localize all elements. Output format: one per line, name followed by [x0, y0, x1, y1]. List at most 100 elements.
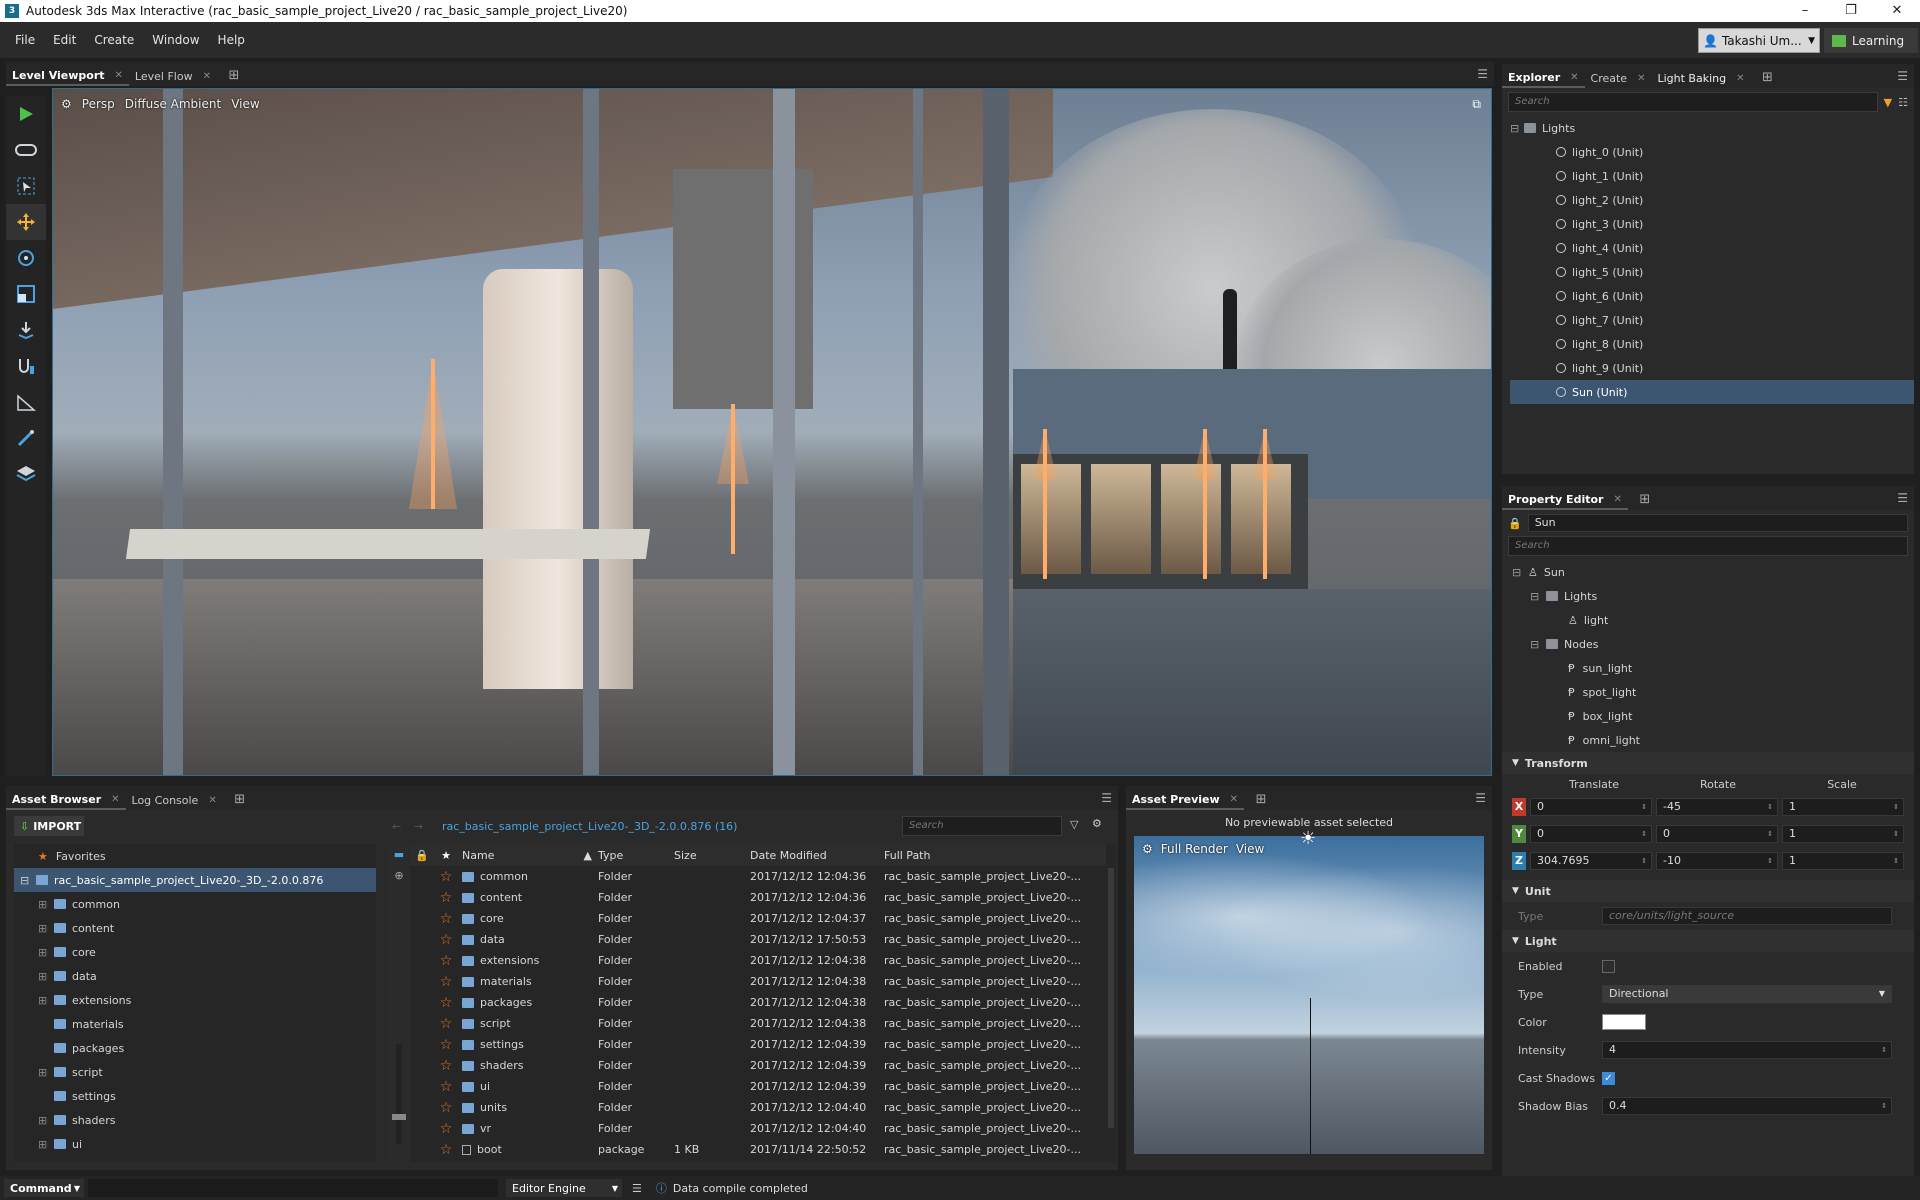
asset-row[interactable]: ☆ shaders Folder 2017/12/12 12:04:39 rac_bas…	[410, 1055, 1106, 1076]
cast-shadows-checkbox[interactable]: ✓	[1602, 1071, 1615, 1085]
explorer-item[interactable]: light_8 (Unit)	[1510, 332, 1914, 356]
star-icon[interactable]: ☆	[434, 911, 458, 927]
tab-light-baking[interactable]: Light Baking ✕	[1651, 68, 1750, 88]
select-icon[interactable]	[6, 168, 46, 204]
move-icon[interactable]	[6, 204, 46, 240]
gear-icon[interactable]: ⚙	[61, 97, 72, 111]
asset-row[interactable]: ☆ units Folder 2017/12/12 12:04:40 rac_basic…	[410, 1097, 1106, 1118]
asset-row[interactable]: ☆ script Folder 2017/12/12 12:04:38 rac_basi…	[410, 1013, 1106, 1034]
spot-light-gizmo[interactable]	[409, 359, 457, 509]
folder-tree-item[interactable]: ⊞ ui	[14, 1132, 376, 1156]
expand-icon[interactable]: ⊞	[38, 994, 54, 1007]
stepper-icon[interactable]: ⇕	[1767, 799, 1773, 815]
star-icon[interactable]: ☆	[434, 974, 458, 990]
asset-scrollbar[interactable]	[1108, 868, 1114, 1128]
stepper-icon[interactable]: ⇕	[1767, 853, 1773, 869]
explorer-item[interactable]: light_0 (Unit)	[1510, 140, 1914, 164]
collapse-icon[interactable]: ⊟	[1530, 638, 1546, 651]
tree-item-node[interactable]: Ᵽspot_light	[1512, 680, 1914, 704]
star-icon[interactable]: ☆	[434, 1058, 458, 1074]
close-icon[interactable]: ✕	[1736, 73, 1744, 84]
shading-mode-menu[interactable]: Diffuse Ambient	[125, 97, 221, 111]
tab-level-flow[interactable]: Level Flow ✕	[129, 66, 217, 86]
full-render-menu[interactable]: Full Render	[1161, 842, 1228, 856]
star-icon[interactable]: ☆	[434, 995, 458, 1011]
close-icon[interactable]: ✕	[1570, 72, 1578, 83]
tab-level-viewport[interactable]: Level Viewport ✕	[6, 66, 129, 86]
level-viewport[interactable]: ⚙ Persp Diffuse Ambient View ⧉	[52, 88, 1492, 776]
asset-row[interactable]: ☆ materials Folder 2017/12/12 12:04:38 rac_b…	[410, 971, 1106, 992]
collapse-icon[interactable]: ⊟	[1530, 590, 1546, 603]
hierarchy-icon[interactable]: ☷	[1898, 96, 1908, 109]
learning-button[interactable]: Learning	[1824, 28, 1918, 53]
engine-dropdown[interactable]: Editor Engine ▼	[506, 1179, 622, 1197]
star-icon[interactable]: ☆	[434, 1016, 458, 1032]
explorer-item[interactable]: light_6 (Unit)	[1510, 284, 1914, 308]
enabled-checkbox[interactable]	[1602, 959, 1615, 973]
back-icon[interactable]: ←	[392, 820, 401, 833]
folder-tree-item[interactable]: ⊞ shaders	[14, 1108, 376, 1132]
asset-row[interactable]: ☆ packages Folder 2017/12/12 12:04:38 rac_ba…	[410, 992, 1106, 1013]
camera-mode-menu[interactable]: Persp	[82, 97, 115, 111]
folder-tree-item[interactable]: ⊞ content	[14, 916, 376, 940]
explorer-item[interactable]: light_2 (Unit)	[1510, 188, 1914, 212]
filter-icon[interactable]: ▼	[1884, 96, 1892, 109]
tab-explorer[interactable]: Explorer ✕	[1502, 68, 1585, 88]
stepper-icon[interactable]: ⇕	[1893, 826, 1899, 842]
asset-row[interactable]: ☆ extensions Folder 2017/12/12 12:04:38 rac_…	[410, 950, 1106, 971]
paint-icon[interactable]	[6, 420, 46, 456]
close-button[interactable]: ✕	[1874, 0, 1920, 22]
collapse-icon[interactable]: ⊟	[1512, 566, 1528, 579]
collapse-icon[interactable]: ⊟	[1510, 122, 1524, 135]
list-icon[interactable]: ☰	[632, 1182, 642, 1195]
folder-tree-item[interactable]: ⊞ script	[14, 1060, 376, 1084]
spot-light-gizmo[interactable]	[1253, 429, 1277, 579]
tree-folder-nodes[interactable]: ⊟ Nodes	[1512, 632, 1914, 656]
import-button[interactable]: ⇩ IMPORT	[14, 816, 84, 836]
asset-row[interactable]: ☆ settings Folder 2017/12/12 12:04:39 rac_ba…	[410, 1034, 1106, 1055]
preview-render[interactable]: ⚙ Full Render View ☀	[1134, 828, 1484, 1154]
explorer-item[interactable]: light_4 (Unit)	[1510, 236, 1914, 260]
asset-row[interactable]: ☆ ui Folder 2017/12/12 12:04:39 rac_basic_sa…	[410, 1076, 1106, 1097]
zoom-slider[interactable]	[392, 1044, 406, 1144]
star-icon[interactable]: ☆	[434, 890, 458, 906]
column-name[interactable]: Name ▲	[458, 849, 598, 862]
asset-row[interactable]: ☆ vr Folder 2017/12/12 12:04:40 rac_basic_sa…	[410, 1118, 1106, 1139]
property-search-input[interactable]: Search	[1508, 536, 1908, 556]
translate-x-field[interactable]: 0 ⇕	[1530, 797, 1652, 816]
shadow-bias-field[interactable]: 0.4 ⇕	[1602, 1097, 1892, 1115]
collapse-icon[interactable]: ⊟	[20, 874, 36, 887]
menu-edit[interactable]: Edit	[44, 33, 85, 47]
stepper-icon[interactable]: ⇕	[1881, 1042, 1887, 1058]
add-tab-icon[interactable]: ⊞	[225, 67, 243, 85]
menu-create[interactable]: Create	[85, 33, 143, 47]
tab-create[interactable]: Create ✕	[1585, 68, 1652, 88]
spot-light-gizmo[interactable]	[1033, 429, 1057, 579]
menu-help[interactable]: Help	[209, 33, 254, 47]
column-size[interactable]: Size	[674, 849, 750, 862]
filter-icon[interactable]: ▽	[1070, 818, 1078, 831]
close-icon[interactable]: ✕	[111, 794, 119, 805]
command-dropdown[interactable]: Command ▼	[4, 1179, 84, 1197]
expand-icon[interactable]: ⊞	[38, 1114, 54, 1127]
explorer-item[interactable]: light_9 (Unit)	[1510, 356, 1914, 380]
asset-search-input[interactable]: Search	[902, 816, 1062, 836]
stepper-icon[interactable]: ⇕	[1893, 853, 1899, 869]
close-icon[interactable]: ✕	[115, 70, 123, 81]
command-input[interactable]	[88, 1179, 498, 1197]
explorer-search-input[interactable]: Search	[1508, 92, 1878, 112]
tab-property-editor[interactable]: Property Editor ✕	[1502, 490, 1628, 510]
spot-light-gizmo[interactable]	[1193, 429, 1217, 579]
scale-x-field[interactable]: 1 ⇕	[1782, 797, 1904, 816]
expand-icon[interactable]: ⊞	[38, 922, 54, 935]
color-swatch[interactable]	[1602, 1014, 1646, 1030]
light-section-header[interactable]: ▼ Light	[1502, 930, 1914, 952]
add-tab-icon[interactable]: ⊞	[1758, 69, 1776, 87]
tree-folder-lights[interactable]: ⊟ Lights	[1512, 584, 1914, 608]
scale-icon[interactable]	[6, 276, 46, 312]
star-column-icon[interactable]: ★	[434, 849, 458, 862]
explorer-item[interactable]: Sun (Unit)	[1510, 380, 1914, 404]
folder-view-icon[interactable]: ▬	[388, 848, 410, 861]
ruler-icon[interactable]	[6, 384, 46, 420]
expand-icon[interactable]: ⊞	[38, 898, 54, 911]
